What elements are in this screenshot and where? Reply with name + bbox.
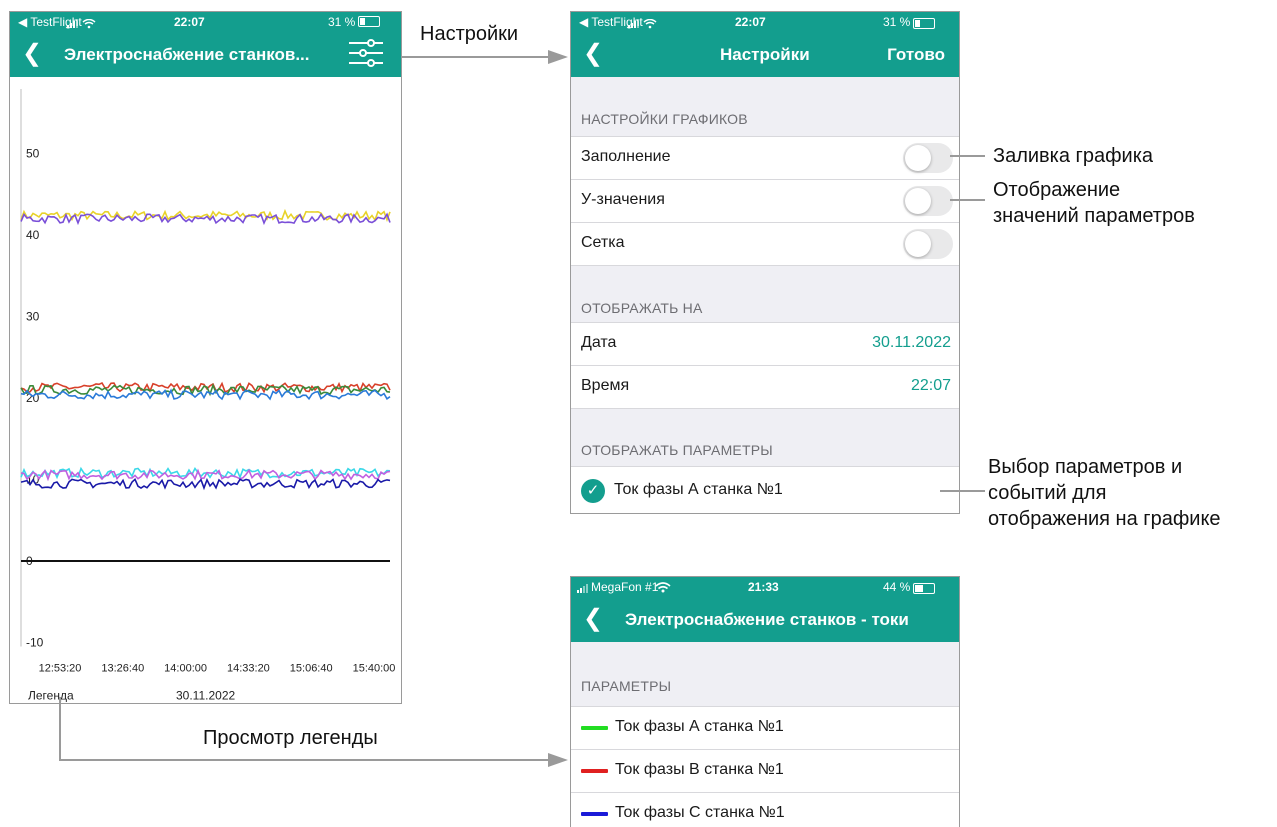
status-time: 22:07 <box>174 15 205 29</box>
status-bar: ◀ TestFlight 22:07 31 % <box>10 12 401 32</box>
annotation-choose-line3: отображения на графике <box>988 508 1221 530</box>
section-header-params: ОТОБРАЖАТЬ ПАРАМЕТРЫ <box>581 442 773 458</box>
line-chart[interactable]: -100102030405012:53:20 13:26:40 14:00:00 14… <box>10 77 401 702</box>
nav-bar: ❮ Электроснабжение станков... <box>10 32 401 77</box>
legend-item-label: Ток фазы А станка №1 <box>615 718 784 735</box>
y-tick-label: -10 <box>26 636 44 650</box>
signal-wifi-icon <box>628 18 668 32</box>
param-label: Ток фазы А станка №1 <box>614 481 783 498</box>
legend-screen: MegaFon #1 21:33 44 % ❮ Электроснабжение… <box>570 576 960 827</box>
wifi-icon <box>655 582 671 596</box>
annotation-fill: Заливка графика <box>993 145 1154 167</box>
checkmark-icon[interactable]: ✓ <box>581 479 605 503</box>
y-tick-label: 40 <box>26 228 40 242</box>
time-value: 22:07 <box>910 377 951 394</box>
section-header-params: ПАРАМЕТРЫ <box>581 678 672 694</box>
battery-indicator: 31 % <box>883 15 936 29</box>
legend-link[interactable]: Легенда <box>28 689 74 703</box>
status-time: 22:07 <box>735 15 766 29</box>
annotation-legend-view: Просмотр легенды <box>203 727 378 749</box>
fill-label: Заполнение <box>581 148 671 165</box>
battery-icon <box>913 18 936 29</box>
legend-item: Ток фазы А станка №1 <box>571 706 959 749</box>
legend-item-label: Ток фазы С станка №1 <box>615 804 785 821</box>
status-time: 21:33 <box>748 580 779 594</box>
status-bar: MegaFon #1 21:33 44 % <box>571 577 959 597</box>
chart-date-label: 30.11.2022 <box>176 689 235 703</box>
signal-wifi-icon <box>67 18 107 32</box>
yvalues-label: У-значения <box>581 191 665 208</box>
x-tick-label: 12:53:20 <box>39 663 82 675</box>
series-line <box>20 477 391 491</box>
x-tick-label: 15:06:40 <box>290 663 333 675</box>
series-color-swatch <box>581 812 608 816</box>
done-button[interactable]: Готово <box>887 45 945 65</box>
battery-icon <box>358 16 381 27</box>
grid-toggle[interactable] <box>903 229 953 259</box>
legend-item: Ток фазы С станка №1 <box>571 792 959 827</box>
settings-sliders-icon[interactable] <box>349 38 383 68</box>
yvalues-toggle[interactable] <box>903 186 953 216</box>
annotation-values-line2: значений параметров <box>993 205 1195 227</box>
legend-item: Ток фазы В станка №1 <box>571 749 959 792</box>
x-tick-label: 14:33:20 <box>227 663 270 675</box>
x-tick-label: 15:40:00 <box>353 663 396 675</box>
series-color-swatch <box>581 726 608 730</box>
page-title: Электроснабжение станков... <box>64 45 310 64</box>
nav-bar: ❮ Электроснабжение станков - токи <box>571 597 959 642</box>
back-chevron-icon[interactable]: ❮ <box>583 606 603 632</box>
annotation-choose-line1: Выбор параметров и <box>988 456 1183 478</box>
back-chevron-icon[interactable]: ❮ <box>22 41 42 67</box>
annotation-choose-line2: событий для <box>988 482 1107 504</box>
battery-indicator: 44 % <box>883 580 936 594</box>
battery-percent: 31 % <box>883 15 911 29</box>
chart-screen: ◀ TestFlight 22:07 31 % ❮ Электроснабжен… <box>9 11 402 704</box>
battery-icon <box>913 583 936 594</box>
annotation-settings: Настройки <box>420 23 519 45</box>
time-label: Время <box>581 377 630 394</box>
page-title: Настройки <box>720 45 810 64</box>
series-color-swatch <box>581 769 608 773</box>
back-chevron-icon[interactable]: ❮ <box>583 41 603 67</box>
time-row[interactable]: Время 22:07 <box>571 365 959 409</box>
grid-label: Сетка <box>581 234 625 251</box>
fill-toggle[interactable] <box>903 143 953 173</box>
section-header-display-on: ОТОБРАЖАТЬ НА <box>581 300 703 316</box>
battery-percent: 44 % <box>883 580 911 594</box>
nav-bar: ❮ Настройки Готово <box>571 32 959 77</box>
annotation-values-line1: Отображение <box>993 179 1121 201</box>
param-row[interactable]: ✓ Ток фазы А станка №1 <box>571 466 959 513</box>
signal-icon <box>577 583 591 597</box>
legend-item-label: Ток фазы В станка №1 <box>615 761 784 778</box>
x-tick-label: 14:00:00 <box>164 663 207 675</box>
carrier-label: MegaFon #1 <box>591 580 659 594</box>
section-header-charts: НАСТРОЙКИ ГРАФИКОВ <box>581 111 748 127</box>
date-value: 30.11.2022 <box>872 334 951 351</box>
date-label: Дата <box>581 334 617 351</box>
battery-percent: 31 % <box>328 15 356 29</box>
page-title: Электроснабжение станков - токи <box>625 610 909 629</box>
y-tick-label: 30 <box>26 310 40 324</box>
x-tick-label: 13:26:40 <box>101 663 144 675</box>
grid-row: Сетка <box>571 222 959 266</box>
status-bar: ◀ TestFlight 22:07 31 % <box>571 12 959 32</box>
y-tick-label: 50 <box>26 147 40 161</box>
date-row[interactable]: Дата 30.11.2022 <box>571 322 959 365</box>
yvalues-row: У-значения <box>571 179 959 222</box>
fill-row: Заполнение <box>571 136 959 179</box>
settings-screen: ◀ TestFlight 22:07 31 % ❮ Настройки Гото… <box>570 11 960 514</box>
battery-indicator: 31 % <box>328 15 381 29</box>
